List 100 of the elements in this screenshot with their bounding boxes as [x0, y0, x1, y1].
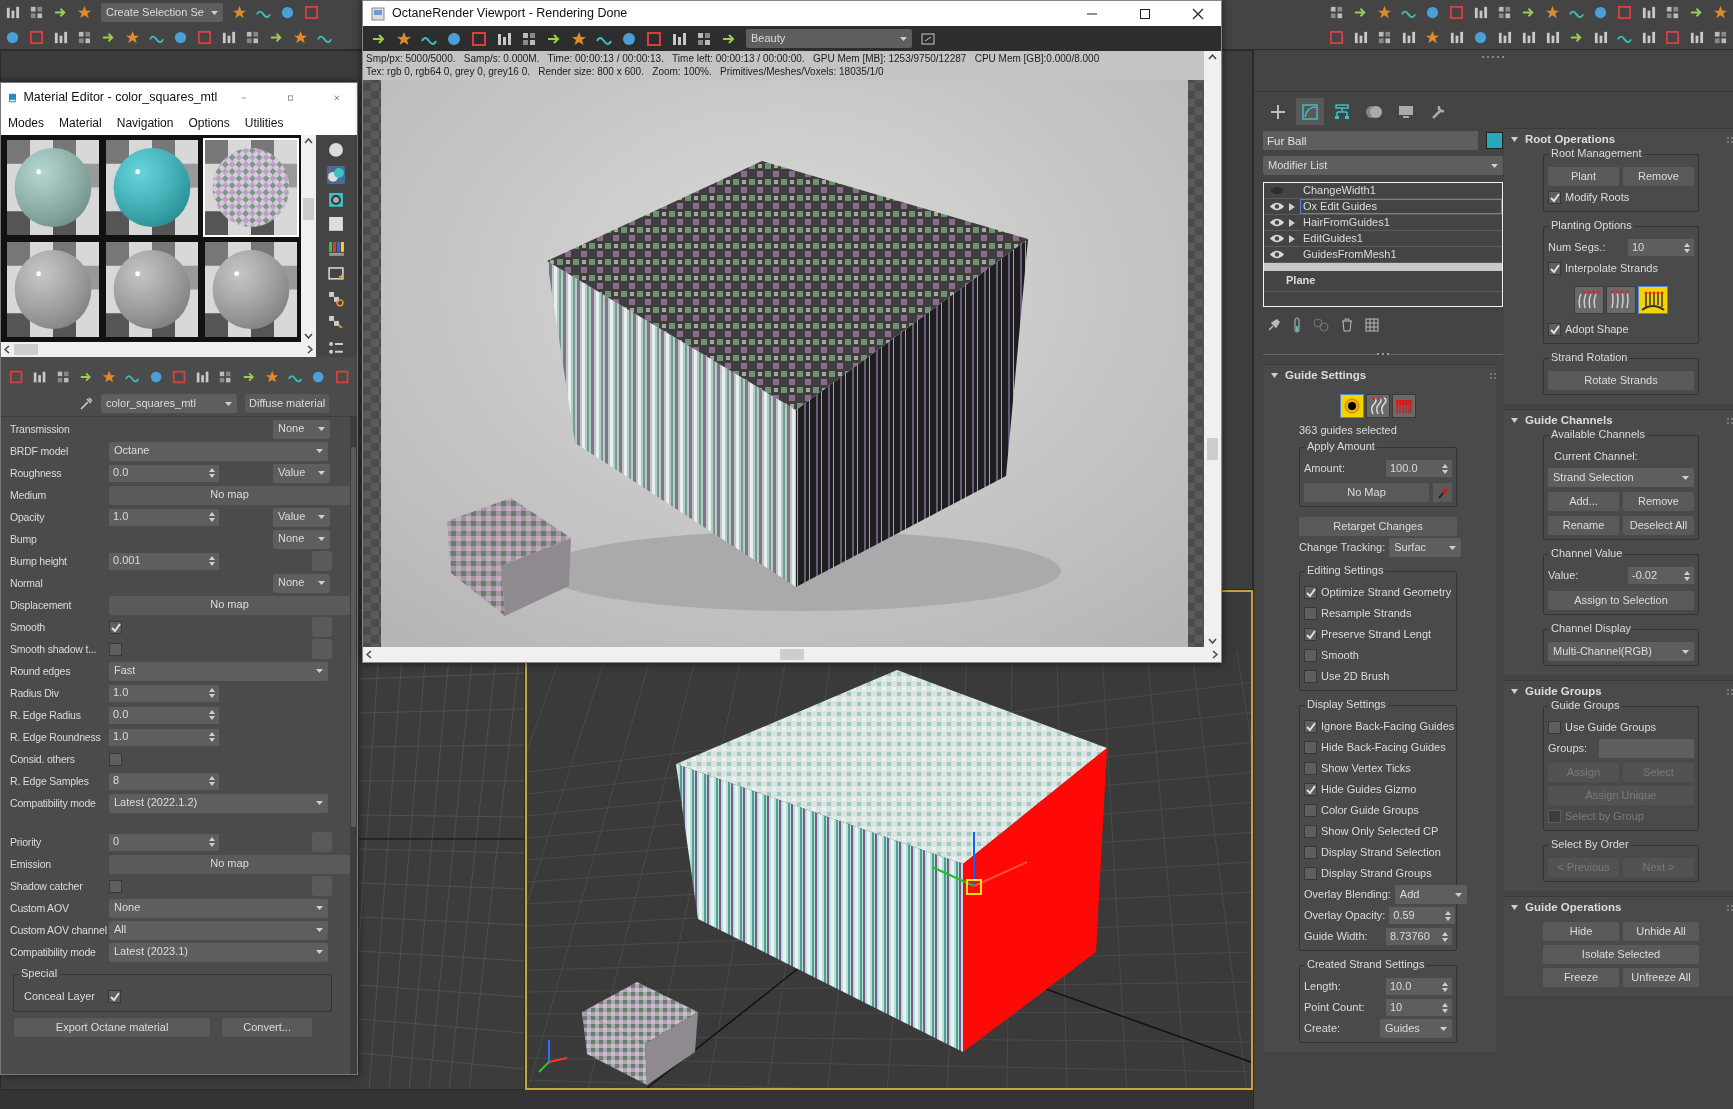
action-button[interactable]: Add... [1548, 492, 1619, 511]
scrollbar[interactable] [301, 135, 316, 342]
star-icon[interactable] [1377, 5, 1392, 20]
action-button[interactable]: Rename [1548, 516, 1619, 535]
film-icon[interactable] [327, 264, 345, 283]
action-button[interactable]: Unhide All [1623, 922, 1699, 941]
star-icon[interactable] [396, 30, 412, 47]
grid-icon[interactable] [1713, 30, 1728, 45]
menu-item[interactable]: Material [59, 116, 102, 131]
brush-button[interactable] [1433, 483, 1452, 503]
action-button[interactable]: No map [109, 485, 350, 505]
arrow-icon[interactable] [1689, 5, 1704, 20]
spinner-field[interactable]: 8.73760 [1386, 928, 1452, 946]
color-bars-icon[interactable] [327, 240, 345, 258]
bars-icon[interactable] [1473, 5, 1488, 20]
checkbox[interactable] [1304, 846, 1317, 860]
spinner-field[interactable]: 1.0 [109, 508, 219, 526]
checkbox[interactable] [1304, 628, 1317, 642]
dropdown[interactable]: Value [273, 507, 330, 527]
circle-icon[interactable] [446, 30, 462, 47]
panel-tab[interactable] [1296, 98, 1324, 125]
action-button[interactable]: Isolate Selected [1543, 945, 1699, 964]
trash-icon[interactable] [1341, 318, 1353, 332]
arrow-icon[interactable] [269, 30, 284, 45]
bars-icon[interactable] [1449, 30, 1464, 45]
collapse-arrow-icon[interactable] [1511, 905, 1518, 910]
eye-icon[interactable] [1270, 234, 1284, 243]
action-button[interactable]: No map [109, 854, 350, 874]
scroll-left-icon[interactable] [366, 650, 372, 659]
scroll-up-icon[interactable] [1208, 54, 1217, 60]
scroll-thumb[interactable] [780, 649, 804, 660]
modifier-item[interactable]: HairFromGuides1 [1264, 215, 1502, 231]
grip-icon[interactable] [1727, 688, 1733, 695]
action-button[interactable]: Remove [1623, 492, 1694, 511]
checkbox[interactable] [108, 990, 121, 1004]
circle-icon[interactable] [5, 30, 20, 45]
action-button[interactable]: Hide [1543, 922, 1619, 941]
spinner-field[interactable]: 8 [109, 772, 219, 790]
bars-icon[interactable] [1353, 30, 1368, 45]
dropdown[interactable]: Octane [109, 441, 328, 461]
checkbox[interactable] [1304, 804, 1317, 818]
action-button[interactable]: Convert... [222, 1018, 312, 1038]
grip-icon[interactable] [1727, 136, 1733, 143]
scroll-right-icon[interactable] [307, 345, 313, 354]
grid-icon[interactable] [1497, 5, 1512, 20]
collapse-arrow-icon[interactable] [1511, 689, 1518, 694]
star-icon[interactable] [125, 30, 140, 45]
grid-icon[interactable] [245, 30, 260, 45]
menu-item[interactable]: Utilities [244, 116, 284, 131]
bars-icon[interactable] [671, 30, 687, 47]
grid-icon[interactable] [55, 369, 70, 385]
checkbox[interactable] [1304, 867, 1317, 881]
bars-icon[interactable] [5, 5, 20, 20]
action-button[interactable]: Export Octane material [14, 1018, 211, 1038]
bars-icon[interactable] [221, 30, 236, 45]
circle-icon[interactable] [173, 30, 188, 45]
hierarchy-icon[interactable] [1333, 102, 1351, 121]
scroll-down-icon[interactable] [304, 333, 313, 339]
spinner-field[interactable]: 10.0 [1386, 978, 1452, 996]
checkbox[interactable] [1304, 762, 1317, 776]
bars-icon[interactable] [1689, 30, 1704, 45]
action-button[interactable]: No Map [1304, 483, 1429, 503]
scroll-down-icon[interactable] [1208, 638, 1217, 644]
arrow-icon[interactable] [1569, 30, 1584, 45]
scroll-thumb[interactable] [351, 447, 356, 827]
dropdown[interactable]: None [109, 898, 328, 918]
dropdown[interactable]: Strand Selection [1548, 468, 1694, 487]
menu-item[interactable]: Options [188, 116, 230, 131]
rollout-title[interactable]: Guide Settings [1285, 368, 1483, 383]
brush-icon[interactable] [1436, 486, 1449, 499]
circle-icon[interactable] [621, 30, 637, 47]
checkbox[interactable] [1548, 262, 1561, 275]
grid-icon[interactable] [1377, 30, 1392, 45]
dropdown[interactable]: Beauty [746, 29, 912, 48]
square-icon[interactable] [646, 30, 662, 47]
spinner-field[interactable]: 0.001 [109, 552, 219, 570]
action-button[interactable]: Unfreeze All [1623, 968, 1699, 987]
dropdown[interactable]: Value [273, 463, 330, 483]
grid-icon[interactable] [218, 369, 233, 385]
grid-icon[interactable] [696, 30, 712, 47]
star-icon[interactable] [293, 30, 308, 45]
bars-icon[interactable] [1593, 30, 1608, 45]
color-swatch[interactable] [1486, 132, 1503, 149]
action-button[interactable]: Assign to Selection [1548, 591, 1694, 610]
scroll-right-icon[interactable] [1212, 650, 1218, 659]
bars-icon[interactable] [32, 369, 47, 385]
rollout-title[interactable]: Guide Groups [1525, 684, 1720, 699]
eyedropper-icon[interactable] [79, 396, 93, 411]
dropdown[interactable]: Latest (2023.1) [109, 942, 328, 962]
maximize-icon[interactable] [1139, 7, 1151, 20]
eye-icon[interactable] [1270, 250, 1284, 259]
bars-icon[interactable] [53, 30, 68, 45]
configure-icon[interactable] [1365, 318, 1379, 332]
menu-item[interactable]: Navigation [116, 116, 174, 131]
scrollbar[interactable] [363, 647, 1221, 662]
spheres-icon[interactable] [327, 165, 345, 184]
star-icon[interactable] [264, 369, 280, 385]
grid-icon[interactable] [521, 30, 537, 47]
eye-icon[interactable] [1270, 218, 1284, 227]
menu-item[interactable]: Modes [8, 116, 45, 131]
